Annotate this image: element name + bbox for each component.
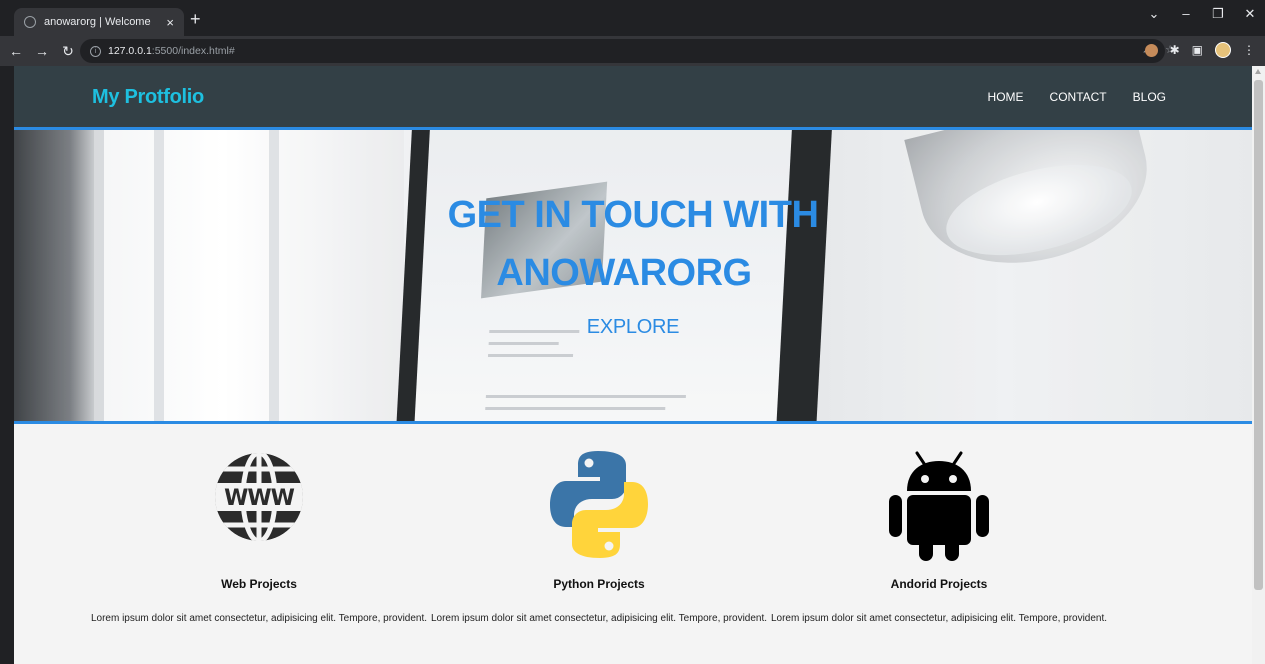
python-logo-icon — [429, 447, 769, 562]
globe-favicon-icon — [24, 16, 36, 28]
side-panel-icon[interactable]: ▣ — [1192, 43, 1203, 57]
www-globe-icon: WWW — [89, 447, 429, 562]
nav-link-home[interactable]: HOME — [988, 90, 1024, 104]
profile-avatar[interactable] — [1215, 42, 1231, 58]
restore-icon[interactable]: ❐ — [1211, 6, 1225, 22]
tab-search-icon[interactable]: ⌄ — [1147, 6, 1161, 22]
close-window-icon[interactable]: ✕ — [1243, 6, 1257, 22]
forward-icon[interactable]: → — [32, 43, 52, 59]
explore-link[interactable]: EXPLORE — [14, 316, 1252, 339]
project-description: Lorem ipsum dolor sit amet consectetur, … — [430, 613, 768, 624]
nav-link-contact[interactable]: CONTACT — [1050, 90, 1107, 104]
project-title: Andorid Projects — [890, 577, 988, 591]
project-title: Web Projects — [221, 577, 297, 591]
window-controls: ⌄ – ❐ ✕ — [1147, 6, 1257, 22]
close-tab-icon[interactable]: × — [166, 15, 174, 30]
nav-links: HOME CONTACT BLOG — [988, 90, 1166, 104]
hero-title: GET IN TOUCH WITH ANOWARORG — [14, 186, 1252, 302]
reload-icon[interactable]: ↻ — [58, 43, 78, 60]
scrollbar-thumb[interactable] — [1254, 80, 1263, 590]
nav-link-blog[interactable]: BLOG — [1133, 90, 1166, 104]
url-host: 127.0.0.1 — [108, 45, 152, 57]
project-title: Python Projects — [553, 577, 645, 591]
address-bar[interactable]: i 127.0.0.1:5500/index.html# — [80, 39, 1165, 63]
projects-section: WWW Web Projects Lorem ipsum dolor sit a… — [14, 427, 1252, 664]
tab-title: anowarorg | Welcome — [44, 16, 151, 28]
project-description: Lorem ipsum dolor sit amet consectetur, … — [90, 613, 428, 624]
scroll-up-arrow-icon[interactable] — [1255, 69, 1261, 74]
menu-kebab-icon[interactable]: ⋮ — [1243, 43, 1255, 57]
extension-icon[interactable] — [1144, 43, 1158, 57]
browser-tab[interactable]: anowarorg | Welcome × — [14, 8, 184, 36]
browser-window: anowarorg | Welcome × + ⌄ – ❐ ✕ ← → ↻ i … — [0, 0, 1265, 664]
page-scrollbar[interactable] — [1252, 66, 1265, 664]
extension-area: ✱ ▣ ⋮ — [1144, 42, 1255, 58]
tab-strip: anowarorg | Welcome × + ⌄ – ❐ ✕ — [0, 0, 1265, 36]
site-info-icon[interactable]: i — [90, 45, 101, 57]
url-path: :5500/index.html# — [151, 45, 235, 57]
site-brand[interactable]: My Protfolio — [92, 86, 204, 109]
android-robot-icon — [769, 447, 1109, 562]
back-icon[interactable]: ← — [6, 43, 26, 59]
site-navbar: My Protfolio HOME CONTACT BLOG — [14, 66, 1252, 130]
new-tab-button[interactable]: + — [190, 10, 201, 28]
browser-toolbar: ← → ↻ i 127.0.0.1:5500/index.html# ↗ ☆ ✱… — [0, 36, 1265, 66]
page-viewport: My Protfolio HOME CONTACT BLOG GET IN TO… — [14, 66, 1252, 664]
minimize-icon[interactable]: – — [1179, 6, 1193, 22]
hero-title-line1: GET IN TOUCH WITH — [447, 194, 819, 236]
hero-section: GET IN TOUCH WITH ANOWARORG EXPLORE — [14, 130, 1252, 424]
project-description: Lorem ipsum dolor sit amet consectetur, … — [770, 613, 1108, 624]
hero-title-line2: ANOWARORG — [496, 252, 752, 294]
extensions-puzzle-icon[interactable]: ✱ — [1170, 43, 1180, 57]
svg-text:WWW: WWW — [224, 486, 295, 511]
